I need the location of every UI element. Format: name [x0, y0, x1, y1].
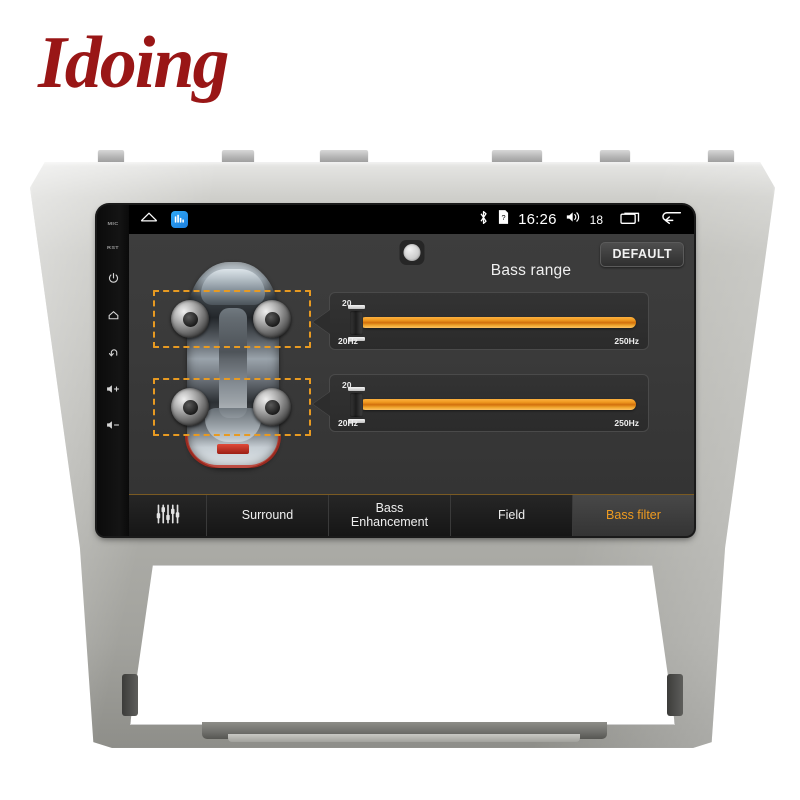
slider-max-label: 250Hz — [614, 418, 639, 428]
selection-box-front-pair[interactable] — [153, 290, 311, 348]
slider-pointer-icon — [313, 310, 330, 334]
sd-card-icon: ? — [498, 210, 509, 229]
rear-bass-range-slider[interactable]: 20 20Hz 250Hz — [313, 374, 649, 432]
bottom-tab-bar: Surround Bass Enhancement Field Bass filt… — [129, 494, 694, 536]
equalizer-sliders-icon — [155, 503, 181, 529]
slider-min-label: 20Hz — [338, 418, 358, 428]
back-arrow-icon[interactable] — [107, 346, 120, 359]
car-speaker-layout[interactable] — [149, 260, 319, 472]
tab-bass-filter-label: Bass filter — [606, 507, 661, 522]
front-bass-range-slider[interactable]: 20 20Hz 250Hz — [313, 292, 649, 350]
bass-filter-panel: DEFAULT Bass range 20 20Hz 250Hz 20 20Hz… — [129, 234, 694, 494]
car-tail-light — [217, 444, 249, 454]
slider-track[interactable] — [348, 305, 636, 341]
tab-field-label: Field — [497, 507, 526, 522]
android-status-bar: ? 16:26 18 — [129, 205, 694, 234]
recents-icon[interactable] — [620, 210, 642, 230]
volume-down-icon[interactable] — [106, 419, 120, 431]
svg-text:?: ? — [502, 213, 506, 222]
slider-max-label: 250Hz — [614, 336, 639, 346]
tab-bass-enhancement[interactable]: Bass Enhancement — [329, 495, 451, 536]
touchscreen: ? 16:26 18 DEFAULT Bass range 20 20Hz 25… — [129, 205, 694, 536]
slider-fill — [360, 317, 636, 328]
hardware-button-strip: MIC RST — [97, 205, 129, 536]
back-arrow-icon[interactable] — [660, 209, 682, 230]
status-clock: 16:26 — [518, 211, 557, 228]
head-unit: MIC RST ? 16:26 18 DEFAULT Bass range 20… — [97, 205, 694, 536]
volume-icon — [566, 210, 581, 229]
power-icon[interactable] — [107, 272, 120, 285]
sensor-knob[interactable] — [399, 240, 424, 265]
mic-label: MIC — [107, 221, 119, 227]
slider-pointer-icon — [313, 392, 330, 416]
tab-field[interactable]: Field — [451, 495, 573, 536]
home-icon[interactable] — [107, 309, 120, 322]
screenshot-root: Idoing MIC RST ? 16:26 18 DEFAULT Bass r… — [0, 0, 800, 800]
lower-vent-cutout-inner — [138, 568, 667, 720]
volume-level: 18 — [589, 212, 603, 227]
bluetooth-icon — [478, 210, 489, 230]
reset-label: RST — [107, 245, 119, 251]
volume-up-icon[interactable] — [106, 383, 120, 395]
tab-bass-enhancement-label: Bass Enhancement — [350, 501, 429, 529]
brand-logo: Idoing — [38, 22, 230, 104]
fascia-foot-right — [667, 674, 683, 716]
fascia-foot-left — [122, 674, 138, 716]
page-title: Bass range — [490, 262, 572, 279]
tab-surround-label: Surround — [241, 507, 294, 522]
equalizer-app-icon[interactable] — [171, 211, 188, 228]
home-icon[interactable] — [139, 210, 159, 229]
tab-equalizer[interactable] — [129, 495, 207, 536]
slider-min-label: 20Hz — [338, 336, 358, 346]
tab-bass-filter[interactable]: Bass filter — [573, 495, 694, 536]
slider-fill — [360, 399, 636, 410]
fascia-lower-lip-secondary — [228, 734, 580, 742]
tab-surround[interactable]: Surround — [207, 495, 329, 536]
slider-track[interactable] — [348, 387, 636, 423]
selection-box-rear-pair[interactable] — [153, 378, 311, 436]
